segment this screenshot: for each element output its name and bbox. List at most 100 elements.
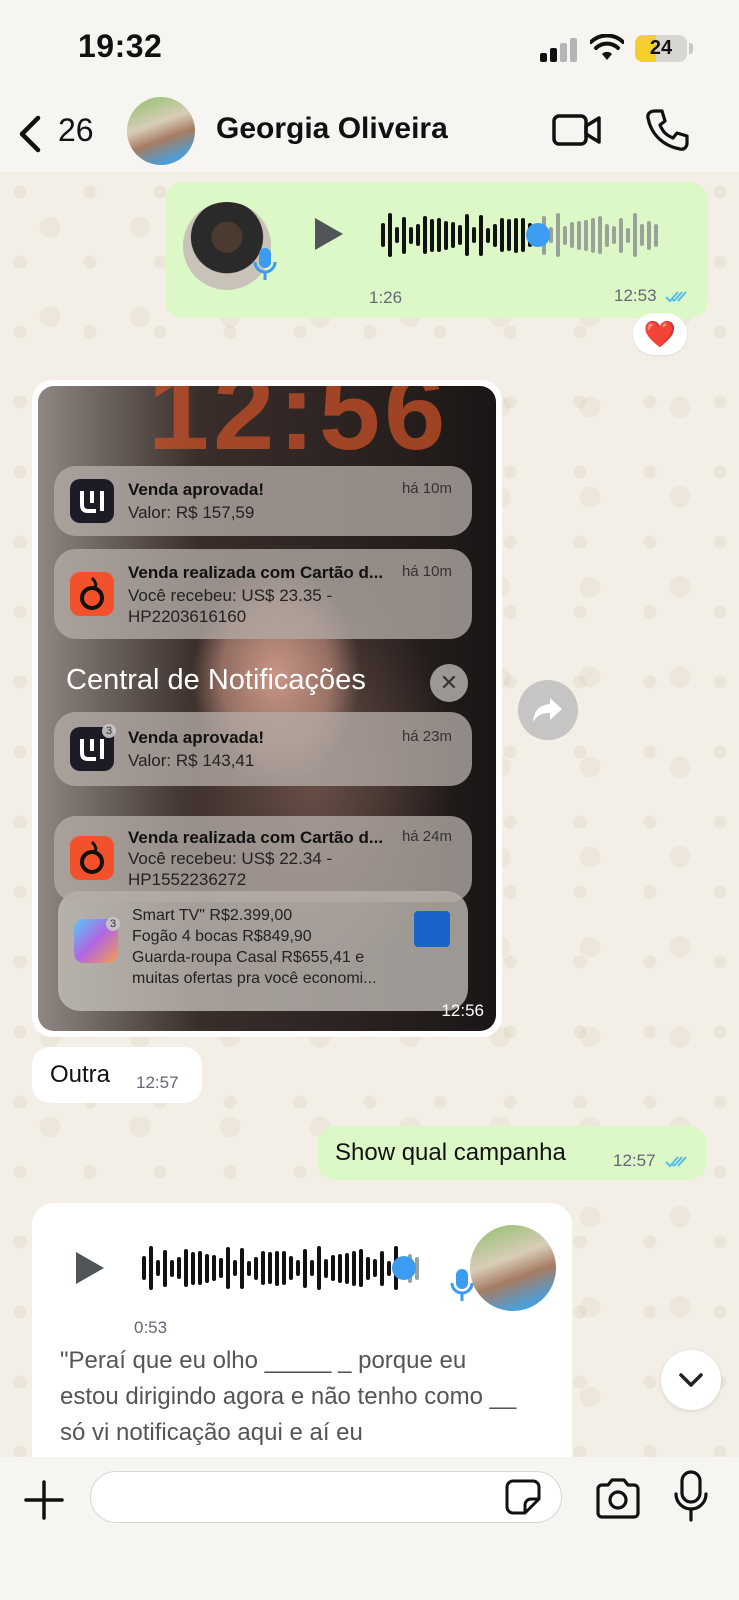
voice-duration: 1:26 [369,288,403,307]
notification-body: Você recebeu: US$ 23.35 - HP2203616160 [128,586,333,626]
waveform-bar [359,1249,363,1287]
waveform-bar [163,1249,167,1287]
message-input[interactable] [90,1471,562,1523]
unread-count[interactable]: 26 [58,112,94,149]
notification-body: Valor: R$ 157,59 [128,503,255,522]
microphone-badge-icon [253,248,277,280]
notification-body: Smart TV" R$2.399,00 Fogão 4 bocas R$849… [132,907,377,987]
waveform-bar [184,1249,188,1287]
waveform-bar [338,1253,342,1283]
notification-body: Valor: R$ 143,41 [128,751,255,770]
waveform-bar [640,224,644,246]
voice-waveform[interactable] [381,210,658,260]
play-icon[interactable] [76,1252,104,1284]
message-input-bar [0,1457,739,1600]
waveform-bar [219,1258,223,1278]
phone-call-icon[interactable] [645,108,689,152]
forward-arrow-icon [533,698,562,722]
waveform-bar [352,1250,356,1286]
waveform-bar [275,1250,279,1286]
read-ticks-icon [665,291,687,303]
battery-tip [689,43,693,54]
waveform-bar [465,214,469,256]
camera-icon[interactable] [594,1477,642,1519]
waveform-bar [191,1251,195,1285]
waveform-bar [423,216,427,254]
plus-icon[interactable] [24,1480,64,1520]
message-time: 12:57 [136,1073,179,1092]
outgoing-voice-message[interactable]: 1:26 12:53 [165,182,708,318]
contact-name[interactable]: Georgia Oliveira [216,112,448,146]
waveform-bar [254,1256,258,1280]
play-icon[interactable] [315,218,343,250]
waveform-bar [430,218,434,252]
scroll-to-bottom-button[interactable] [661,1350,721,1410]
waveform-bar [570,222,574,248]
waveform-bar [317,1246,321,1290]
waveform-bar [296,1260,300,1276]
waveform-bar [612,226,616,244]
waveform-bar [493,223,497,247]
waveform-bar [647,220,651,250]
waveform-bar [282,1251,286,1285]
notification-center-title: Central de Notificações [66,664,366,696]
read-ticks-icon [665,1156,687,1168]
waveform-bar [247,1260,251,1276]
waveform-bar [598,216,602,254]
waveform-bar [556,213,560,257]
contact-avatar[interactable] [127,97,195,165]
waveform-bar [373,1259,377,1277]
stack-count-badge: 3 [102,724,116,738]
voice-waveform[interactable] [142,1243,419,1293]
back-chevron-icon[interactable] [14,112,48,156]
waveform-bar [591,217,595,253]
incoming-text-message[interactable]: Outra 12:57 [32,1047,202,1103]
image-message[interactable]: 12:56 Venda aprovada! Valor: R$ 157,59 h… [32,380,502,1037]
waveform-bar [381,223,385,247]
waveform-bar [633,213,637,257]
heart-reaction[interactable]: ❤️ [633,313,687,355]
video-call-icon[interactable] [552,110,602,150]
waveform-bar [198,1251,202,1285]
waveform-bar [156,1260,160,1276]
hotmart-app-icon [70,572,114,616]
waveform-bar [387,1260,391,1276]
outgoing-text-message[interactable]: Show qual campanha 12:57 [317,1126,707,1180]
message-time: 12:53 [614,286,657,305]
waveform-bar [626,227,630,243]
status-bar: 19:32 24 [0,0,739,92]
sticker-icon[interactable] [505,1479,541,1515]
forward-button[interactable] [518,680,578,740]
waveform-bar [324,1258,328,1278]
playback-knob[interactable] [392,1256,416,1280]
waveform-bar [240,1247,244,1289]
battery-icon: 24 [635,35,687,62]
waveform-bar [345,1252,349,1284]
waveform-bar [521,218,525,252]
promo-thumbnail [414,911,450,947]
sender-avatar [470,1225,556,1311]
waveform-bar [395,227,399,243]
waveform-bar [226,1247,230,1289]
message-text: Show qual campanha [335,1139,566,1166]
playback-knob[interactable] [526,223,550,247]
notification-age: há 23m [401,728,452,745]
notification-screenshot[interactable]: 12:56 Venda aprovada! Valor: R$ 157,59 h… [38,386,496,1031]
waveform-bar [584,219,588,251]
notification-title: Venda realizada com Cartão d... [128,828,384,847]
waveform-bar [402,216,406,254]
microphone-icon[interactable] [673,1470,709,1522]
voice-duration: 0:53 [134,1318,168,1337]
chat-header: 26 Georgia Oliveira [0,92,739,172]
waveform-bar [563,225,567,245]
wifi-icon [590,34,624,60]
waveform-bar [212,1255,216,1281]
notification-card: 3 Smart TV" R$2.399,00 Fogão 4 bocas R$8… [58,891,468,1011]
notification-age: há 10m [401,480,452,497]
notification-card: Venda aprovada! Valor: R$ 157,59 há 10m [54,466,472,536]
waveform-bar [388,213,392,257]
notification-title: Venda realizada com Cartão d... [128,563,384,582]
waveform-bar [268,1252,272,1284]
waveform-bar [233,1260,237,1276]
waveform-bar [451,222,455,248]
